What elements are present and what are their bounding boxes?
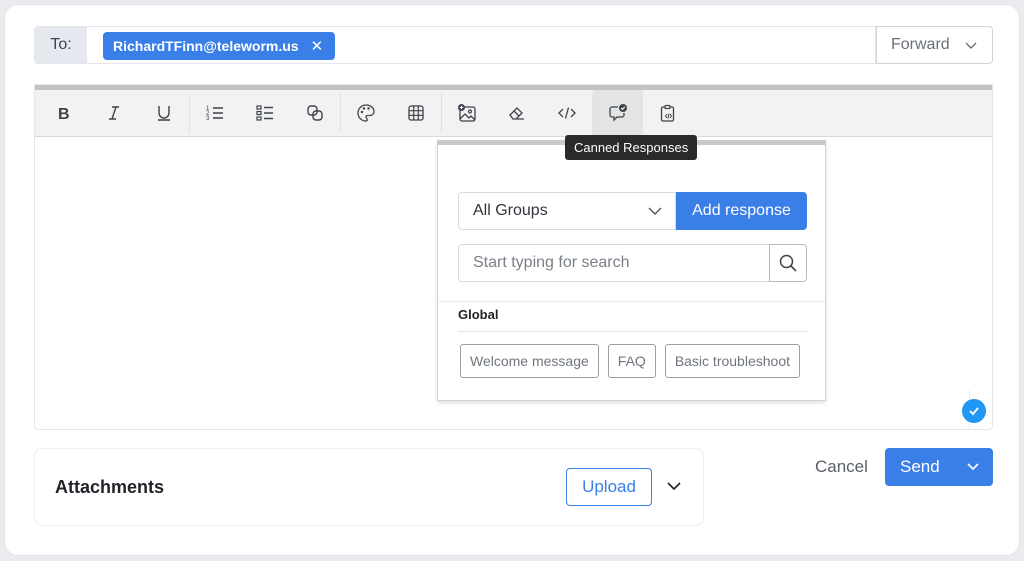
canned-responses-tooltip: Canned Responses — [565, 135, 698, 160]
group-divider — [458, 331, 807, 332]
table-button[interactable] — [391, 90, 441, 136]
italic-icon — [109, 106, 119, 120]
recipient-email: RichardTFinn@teleworm.us — [113, 38, 299, 54]
bullet-list-button[interactable] — [240, 90, 290, 136]
send-button[interactable]: Send — [885, 448, 993, 486]
clear-format-button[interactable] — [492, 90, 542, 136]
attachments-title: Attachments — [55, 477, 165, 497]
popup-divider — [438, 301, 825, 302]
image-add-icon — [458, 104, 476, 122]
canned-response-icon — [609, 104, 627, 122]
search-button[interactable] — [769, 244, 807, 282]
attachments-panel: Attachments Upload — [34, 448, 704, 526]
response-welcome-message[interactable]: Welcome message — [460, 344, 599, 378]
svg-text:B: B — [58, 106, 70, 123]
link-button[interactable] — [290, 90, 340, 136]
italic-button[interactable] — [89, 90, 139, 136]
chevron-down-icon[interactable] — [965, 459, 981, 475]
canned-responses-button[interactable] — [593, 90, 643, 136]
bold-button[interactable]: B — [39, 90, 89, 136]
insert-image-button[interactable] — [442, 90, 492, 136]
bullet-list-icon — [256, 105, 273, 121]
code-button[interactable] — [542, 90, 592, 136]
response-list: Welcome message FAQ Basic troubleshoot — [460, 344, 800, 378]
upload-button[interactable]: Upload — [566, 468, 652, 506]
chevron-down-icon[interactable] — [665, 477, 683, 495]
svg-text:3: 3 — [206, 116, 210, 122]
add-response-button[interactable]: Add response — [676, 192, 807, 230]
close-icon[interactable]: ✕ — [311, 37, 324, 55]
underline-icon — [158, 106, 170, 121]
chevron-down-icon — [965, 42, 977, 49]
to-label: To: — [35, 27, 87, 63]
eraser-icon — [509, 107, 524, 120]
canned-responses-popup: All Groups Add response Global Welcome m… — [437, 140, 826, 401]
link-icon — [307, 105, 323, 121]
reply-mode-value: Forward — [891, 36, 950, 53]
code-snippet-button[interactable] — [643, 90, 693, 136]
reply-mode-select[interactable]: Forward — [876, 26, 993, 64]
recipient-chip[interactable]: RichardTFinn@teleworm.us ✕ — [103, 32, 336, 60]
ordered-list-button[interactable]: 123 — [190, 90, 240, 136]
group-select-value: All Groups — [473, 202, 548, 219]
response-faq[interactable]: FAQ — [607, 344, 656, 378]
chevron-down-icon — [648, 207, 662, 215]
group-select[interactable]: All Groups — [458, 192, 676, 230]
editor-toolbar: B 123 — [35, 85, 992, 137]
send-label: Send — [900, 457, 940, 476]
recipient-field[interactable]: To: RichardTFinn@teleworm.us ✕ — [34, 26, 876, 64]
group-title: Global — [458, 307, 499, 322]
ordered-list-icon: 123 — [206, 106, 223, 122]
search-icon — [779, 254, 797, 272]
palette-icon — [357, 104, 375, 122]
underline-button[interactable] — [139, 90, 189, 136]
table-icon — [408, 105, 424, 121]
response-search-input[interactable] — [458, 244, 770, 282]
grammar-check-badge[interactable] — [962, 399, 986, 423]
response-basic-troubleshoot[interactable]: Basic troubleshoot — [664, 344, 800, 378]
color-button[interactable] — [341, 90, 391, 136]
bold-icon: B — [58, 106, 70, 123]
clipboard-code-icon — [660, 104, 675, 122]
check-icon — [969, 407, 979, 416]
code-icon — [558, 107, 576, 119]
cancel-button[interactable]: Cancel — [815, 457, 868, 477]
